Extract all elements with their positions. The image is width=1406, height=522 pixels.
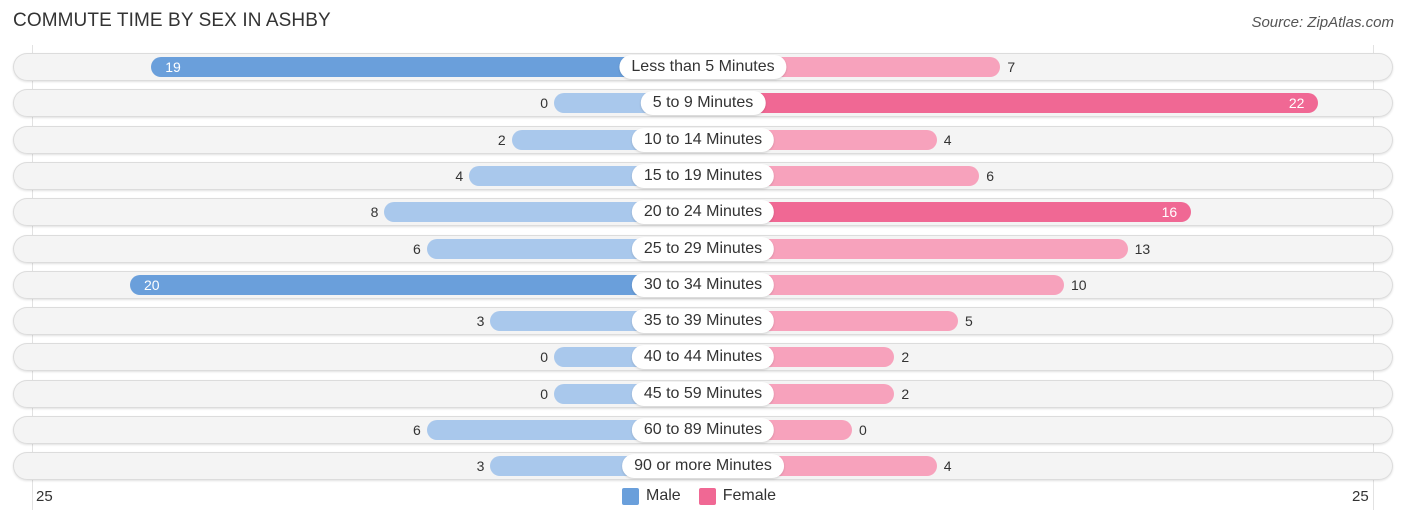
category-label: 30 to 34 Minutes — [631, 272, 775, 297]
value-label-male: 2 — [497, 131, 506, 148]
legend: Male Female — [622, 487, 794, 505]
value-label-male: 0 — [540, 385, 548, 402]
value-label-female: 22 — [1288, 95, 1305, 112]
value-label-female: 5 — [965, 313, 973, 330]
value-label-female: 4 — [943, 131, 952, 148]
value-label-male: 3 — [476, 313, 485, 330]
category-label: Less than 5 Minutes — [619, 55, 787, 79]
value-label-female: 7 — [1007, 59, 1016, 75]
category-label: 20 to 24 Minutes — [631, 200, 775, 225]
value-label-male: 4 — [455, 167, 464, 184]
legend-swatch-female — [698, 487, 716, 505]
value-label-female: 16 — [1161, 204, 1178, 221]
value-label-female: 2 — [901, 349, 910, 366]
bar-male[interactable] — [130, 274, 703, 295]
value-label-female: 4 — [943, 458, 952, 475]
value-label-male: 6 — [413, 240, 421, 257]
source-label: Source: ZipAtlas.com — [1251, 14, 1394, 31]
value-label-male: 3 — [476, 458, 485, 475]
value-label-female: 13 — [1134, 240, 1151, 257]
legend-item-male[interactable]: Male — [622, 487, 681, 505]
category-label: 10 to 14 Minutes — [631, 127, 775, 152]
chart-title: COMMUTE TIME BY SEX IN ASHBY — [13, 10, 331, 31]
bar-female[interactable] — [703, 202, 1192, 223]
axis-tick-right: 25 — [1352, 488, 1369, 505]
value-label-female: 10 — [1071, 276, 1087, 293]
value-label-male: 0 — [540, 349, 548, 366]
value-label-male: 0 — [540, 95, 548, 112]
category-label: 90 or more Minutes — [622, 454, 784, 479]
bar-female[interactable] — [703, 93, 1319, 114]
category-label: 35 to 39 Minutes — [631, 309, 775, 334]
value-label-female: 2 — [901, 385, 910, 402]
value-label-male: 19 — [165, 59, 181, 75]
category-label: 5 to 9 Minutes — [640, 91, 766, 116]
value-label-female: 0 — [859, 422, 867, 438]
category-label: 40 to 44 Minutes — [631, 345, 775, 370]
value-label-male: 6 — [413, 422, 421, 438]
category-label: 25 to 29 Minutes — [631, 236, 775, 261]
legend-item-female[interactable]: Female — [698, 487, 777, 505]
category-label: 60 to 89 Minutes — [631, 418, 775, 442]
legend-label-male: Male — [646, 487, 681, 504]
category-label: 45 to 59 Minutes — [631, 381, 775, 406]
value-label-female: 6 — [986, 167, 994, 184]
category-label: 15 to 19 Minutes — [631, 163, 775, 188]
value-label-male: 20 — [144, 276, 160, 293]
legend-swatch-male — [622, 487, 639, 505]
axis-tick-left: 25 — [36, 488, 53, 505]
value-label-male: 8 — [370, 204, 379, 221]
legend-label-female: Female — [722, 487, 777, 504]
